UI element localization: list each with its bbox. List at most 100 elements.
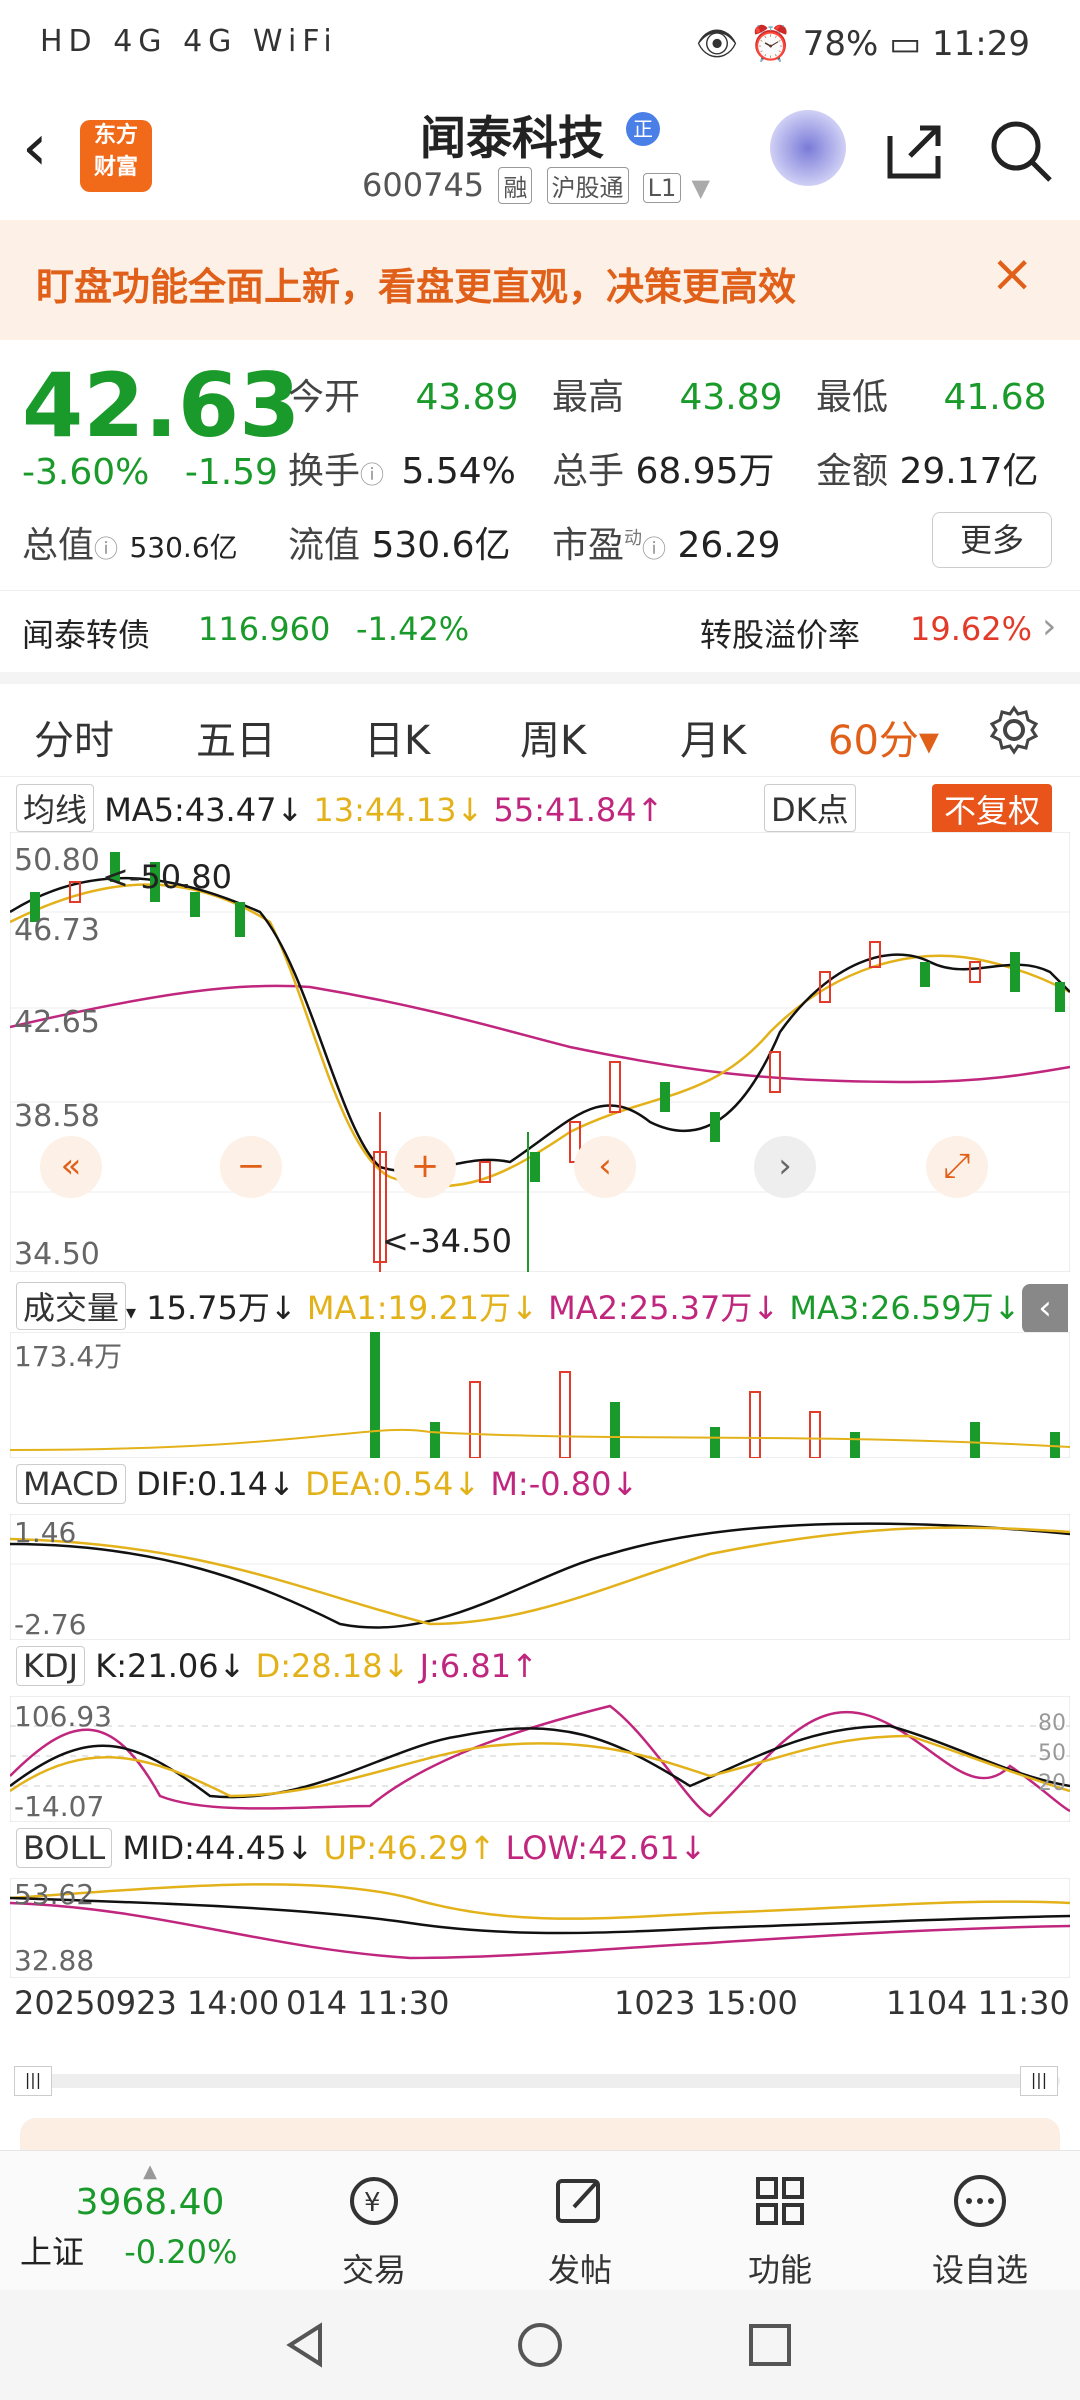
nav-functions[interactable]: 功能 (720, 2171, 840, 2291)
bottom-nav: ▲ 3968.40 上证 -0.20% ¥ 交易 发帖 功能 设自选 (0, 2150, 1080, 2291)
bond-price: 116.960 (198, 610, 331, 648)
pe-value: 26.29 (677, 525, 781, 566)
zoom-out-icon[interactable]: − (220, 1136, 282, 1198)
boll-selector[interactable]: BOLL (16, 1828, 113, 1868)
trade-icon: ¥ (350, 2177, 398, 2225)
close-icon[interactable]: × (990, 244, 1034, 304)
tab-intraday[interactable]: 分时 (34, 708, 114, 766)
nav-post[interactable]: 发帖 (520, 2171, 640, 2291)
scroll-right-icon[interactable]: › (754, 1136, 816, 1198)
ma-selector[interactable]: 均线 (16, 784, 95, 832)
fuquan-button[interactable]: 不复权 (931, 784, 1052, 834)
high-marker: <-50.80 (102, 858, 232, 896)
range-handle-left[interactable]: ||| (14, 2066, 52, 2096)
ma55-value: 55:41.84 (493, 791, 637, 829)
open-label: 今开 (288, 377, 361, 418)
ai-assistant-icon[interactable] (770, 110, 846, 186)
open-value: 43.89 (415, 377, 519, 418)
nav-watchlist[interactable]: 设自选 (920, 2171, 1040, 2291)
nav-trade-label: 交易 (341, 2251, 406, 2289)
macd-panel: 1.46 -2.76 (10, 1514, 1070, 1640)
promo-banner[interactable]: 盯盘功能全面上新，看盘更直观，决策更高效 × (0, 220, 1080, 340)
tab-weekly[interactable]: 周K (520, 708, 586, 766)
up-value: UP:46.29 (323, 1829, 469, 1867)
back-triangle-icon[interactable] (280, 2320, 330, 2370)
gear-icon[interactable] (988, 704, 1040, 756)
tab-5day[interactable]: 五日 (196, 708, 276, 766)
collapse-panel-icon[interactable]: ‹ (1022, 1284, 1068, 1334)
premium-value: 19.62% (910, 610, 1033, 648)
amount-label: 金额 (816, 451, 889, 492)
ma-legend: 均线 MA5:43.47↓ 13:44.13↓ 55:41.84↑ (16, 784, 663, 832)
change-abs: -1.59 (184, 452, 278, 493)
system-nav-bar (0, 2290, 1080, 2400)
kline-chart-area[interactable]: 均线 MA5:43.47↓ 13:44.13↓ 55:41.84↑ DK点 不复… (10, 778, 1070, 2096)
fullscreen-icon[interactable]: ⤢ (926, 1136, 988, 1198)
back-arrow-icon[interactable]: ‹ (22, 116, 82, 180)
verified-badge: 正 (626, 112, 660, 146)
vol-ma1: MA1:19.21万 (306, 1289, 512, 1327)
low-label: 最低 (816, 377, 889, 418)
j-value: J:6.81 (419, 1647, 512, 1685)
search-icon[interactable] (986, 116, 1056, 186)
volume-selector[interactable]: 成交量 (16, 1282, 127, 1330)
boll-lo: 32.88 (14, 1944, 94, 1977)
change-line: -3.60% -1.59 (22, 452, 278, 493)
tag-hgt: 沪股通 (546, 167, 629, 204)
mktcap-group: 总值ⓘ 530.6亿 (22, 516, 238, 568)
convertible-bond-row[interactable]: 闻泰转债 116.960 -1.42% 转股溢价率 19.62% › (0, 592, 1080, 684)
x-label-1: 20250923 14:00 (14, 1984, 280, 2022)
change-pct: -3.60% (22, 452, 150, 493)
share-icon[interactable] (880, 116, 950, 186)
period-tabs: 分时 五日 日K 周K 月K 60分▾ (0, 684, 1080, 777)
scroll-left-icon[interactable]: ‹ (574, 1136, 636, 1198)
dk-button[interactable]: DK点 (764, 784, 856, 832)
range-handle-right[interactable]: ||| (1020, 2066, 1058, 2096)
volume-panel: 173.4万 (10, 1332, 1070, 1458)
index-name: 上证 (20, 2233, 85, 2271)
dif-value: DIF:0.14 (136, 1465, 269, 1503)
more-dots-icon (954, 2175, 1006, 2227)
ma5-value: MA5:43.47 (104, 791, 277, 829)
level-dropdown-icon[interactable]: ▼ (691, 174, 709, 202)
notice-strip[interactable] (20, 2118, 1060, 2150)
app-logo[interactable]: 东方 财富 (80, 120, 152, 192)
nav-post-label: 发帖 (547, 2251, 612, 2289)
alarm-icon: ⏰ (749, 24, 792, 64)
tab-daily[interactable]: 日K (364, 708, 430, 766)
vol-max-label: 173.4万 (14, 1340, 122, 1373)
info-icon[interactable]: ⓘ (642, 535, 666, 563)
macd-selector[interactable]: MACD (16, 1464, 126, 1504)
nav-watchlist-label: 设自选 (931, 2251, 1028, 2289)
dea-value: DEA:0.54 (305, 1465, 454, 1503)
ma13-value: 13:44.13 (313, 791, 457, 829)
more-button[interactable]: 更多 (932, 512, 1052, 568)
index-widget[interactable]: ▲ 3968.40 上证 -0.20% (20, 2161, 280, 2273)
index-pct: -0.20% (124, 2233, 238, 2271)
range-scrollbar[interactable] (20, 2074, 1060, 2088)
quote-panel: 42.63 -3.60% -1.59 今开 43.89 最高 43.89 最低 … (0, 340, 1080, 591)
recents-square-icon[interactable] (745, 2320, 795, 2370)
info-icon[interactable]: ⓘ (360, 461, 384, 489)
k-value: K:21.06 (95, 1647, 219, 1685)
low-marker: <-34.50 (382, 1222, 512, 1260)
high-value: 43.89 (679, 377, 783, 418)
quote-row-1: 今开 43.89 (288, 368, 519, 420)
kdj-ref-20: 20 (1038, 1771, 1066, 1796)
tag-level[interactable]: L1 (642, 173, 682, 203)
kdj-selector[interactable]: KDJ (16, 1646, 86, 1686)
scroll-left-fast-icon[interactable]: « (40, 1136, 102, 1198)
nav-trade[interactable]: ¥ 交易 (314, 2171, 434, 2291)
tab-monthly[interactable]: 月K (680, 708, 746, 766)
ma13-arrow: ↓ (456, 791, 484, 829)
x-label-3: 1023 15:00 (614, 1984, 798, 2022)
high-group: 最高 43.89 (552, 368, 783, 420)
bond-pct: -1.42% (356, 610, 470, 648)
volume-legend: 成交量 ▾ 15.75万↓ MA1:19.21万↓ MA2:25.37万↓ MA3… (16, 1282, 1020, 1330)
zoom-in-icon[interactable]: + (394, 1136, 456, 1198)
info-icon[interactable]: ⓘ (94, 535, 118, 563)
home-circle-icon[interactable] (515, 2320, 565, 2370)
boll-legend: BOLL MID:44.45↓ UP:46.29↑ LOW:42.61↓ (16, 1828, 706, 1868)
candle-panel[interactable]: 50.80 46.73 42.65 38.58 34.50 <-50.80 <-… (10, 832, 1070, 1272)
tab-60min[interactable]: 60分▾ (828, 708, 939, 766)
